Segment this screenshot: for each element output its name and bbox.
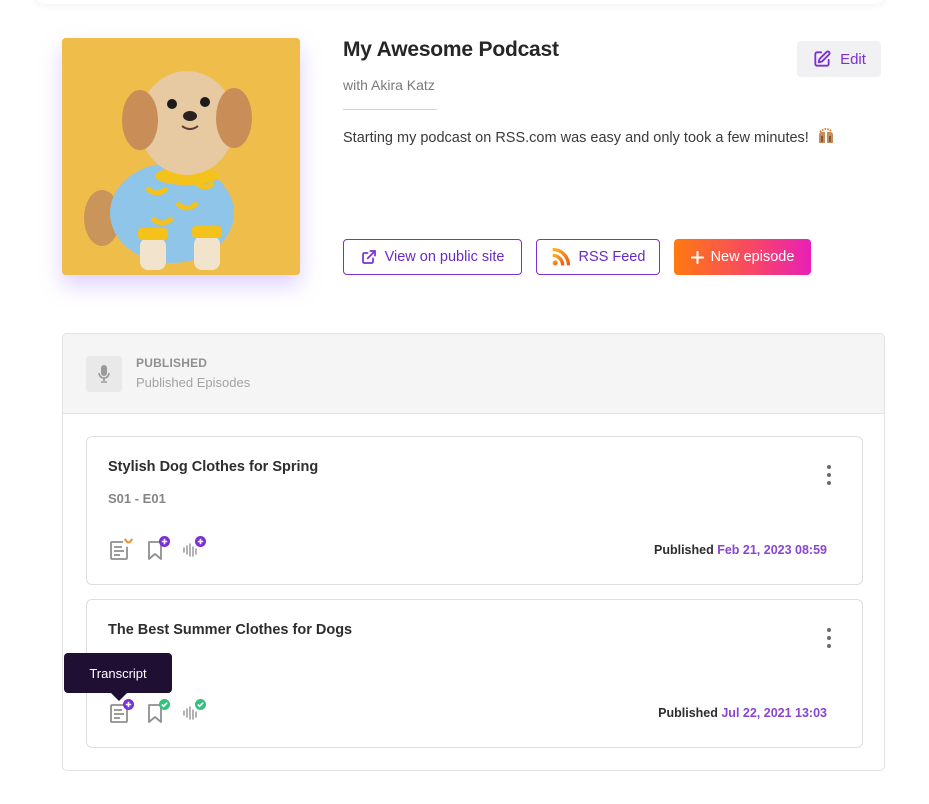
publish-date-value: Jul 22, 2021 13:03 [721, 706, 827, 720]
dog-illustration [62, 38, 300, 275]
top-card-edge [35, 0, 885, 4]
microphone-icon-box [86, 356, 122, 392]
podcast-description-text: Starting my podcast on RSS.com was easy … [343, 130, 809, 146]
published-episodes-panel: PUBLISHED Published Episodes Stylish Dog… [62, 333, 885, 771]
episode-number: S01 - E01 [108, 491, 166, 506]
rss-feed-button[interactable]: RSS Feed [536, 239, 660, 275]
published-label: Published [653, 543, 714, 557]
publish-date-value: Feb 21, 2023 08:59 [717, 543, 827, 557]
soundbite-icon[interactable] [181, 536, 206, 561]
panel-header: PUBLISHED Published Episodes [63, 334, 884, 414]
edit-button-label: Edit [840, 50, 866, 68]
add-badge-icon [195, 536, 206, 547]
chapters-icon[interactable] [145, 536, 170, 561]
episode-card[interactable]: The Best Summer Clothes for Dogs Publish… [86, 599, 863, 748]
edit-icon [814, 50, 831, 67]
add-badge-icon [159, 536, 170, 547]
podcast-author: with Akira Katz [343, 77, 435, 93]
microphone-icon [98, 365, 110, 383]
edit-button[interactable]: Edit [797, 41, 881, 77]
podcast-cover-image [62, 38, 300, 275]
rss-feed-label: RSS Feed [578, 249, 646, 265]
episode-publish-date: Published Jul 22, 2021 13:03 [658, 706, 827, 720]
episode-title[interactable]: Stylish Dog Clothes for Spring [108, 459, 318, 475]
transcript-pending-badge-icon [123, 536, 134, 547]
header-divider [343, 109, 437, 110]
transcript-tooltip: Transcript [64, 653, 172, 701]
podcast-description: Starting my podcast on RSS.com was easy … [343, 127, 835, 149]
section-title: PUBLISHED [136, 356, 208, 370]
view-public-site-button[interactable]: View on public site [343, 239, 522, 275]
new-episode-button[interactable]: New episode [674, 239, 811, 275]
rss-icon [552, 247, 570, 266]
new-episode-label: New episode [710, 249, 795, 265]
transcript-icon[interactable] [109, 699, 134, 724]
episode-publish-date: Published Feb 21, 2023 08:59 [654, 543, 827, 557]
check-badge-icon [195, 699, 206, 710]
view-public-site-label: View on public site [384, 249, 505, 265]
check-badge-icon [159, 699, 170, 710]
external-link-icon [361, 250, 376, 264]
episode-card[interactable]: Stylish Dog Clothes for Spring S01 - E01 [86, 436, 863, 585]
section-subtitle: Published Episodes [136, 375, 251, 390]
episode-feature-icons [109, 699, 206, 724]
podcast-title: My Awesome Podcast [343, 38, 559, 61]
chapters-icon[interactable] [145, 699, 170, 724]
soundbite-icon[interactable] [181, 699, 206, 724]
raised-hands-emoji-icon [817, 127, 835, 149]
plus-icon [690, 250, 704, 264]
episode-more-options-icon[interactable] [826, 465, 832, 485]
episode-title[interactable]: The Best Summer Clothes for Dogs [108, 622, 352, 638]
published-label: Published [658, 706, 718, 720]
episode-feature-icons [109, 536, 206, 561]
transcript-icon[interactable] [109, 536, 134, 561]
episode-more-options-icon[interactable] [826, 628, 832, 648]
